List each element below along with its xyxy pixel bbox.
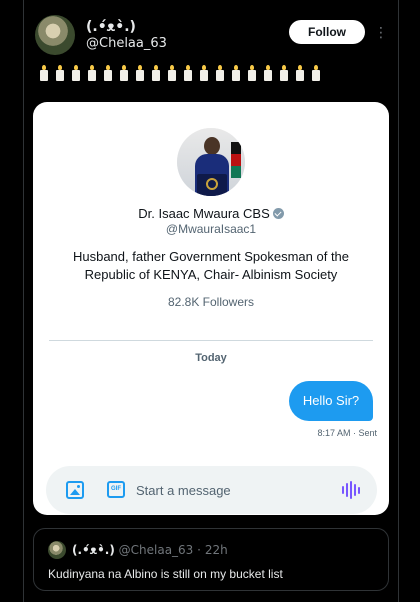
author-handle[interactable]: @Chelaa_63 [86,36,167,51]
candle-emoji [230,65,242,81]
candle-emoji [86,65,98,81]
author-display-name[interactable]: (.•́ᴥ•̀.) [86,18,136,35]
more-vertical-icon[interactable]: ⋮ [374,22,388,42]
candle-emoji [262,65,274,81]
candle-emoji [310,65,322,81]
dm-profile-followers: 82.8K Followers [167,295,255,309]
author-avatar[interactable] [35,15,75,55]
dm-screenshot-card: Dr. Isaac Mwaura CBS @MwauraIsaac1 Husba… [33,102,389,515]
reply-author-handle: @Chelaa_63 [118,543,194,557]
reply-text: Kudinyana na Albino is still on my bucke… [48,567,283,581]
follow-button[interactable]: Follow [289,20,365,44]
voice-message-icon [342,481,360,499]
day-separator: Today [195,352,227,364]
dm-profile-name: Dr. Isaac Mwaura CBS [138,206,270,221]
dm-profile-avatar [177,128,245,196]
candle-emoji [246,65,258,81]
message-timestamp: 8:17 AM · Sent [317,428,377,438]
candle-emoji [166,65,178,81]
verified-badge-icon [272,208,284,219]
candle-emoji [102,65,114,81]
dm-profile-bio: Husband, father Government Spokesman of … [72,249,350,282]
gif-icon: GIF [107,481,125,498]
candle-emoji [70,65,82,81]
dm-profile-handle: @MwauraIsaac1 [165,222,257,236]
message-composer: GIF [46,466,377,514]
quoted-reply-card[interactable]: (.•́ᴥ•̀.) @Chelaa_63 · 22h Kudinyana na … [33,528,389,591]
reply-author-name: (.•́ᴥ•̀.) [72,543,115,557]
image-icon [66,481,84,499]
reply-author-avatar [48,541,66,559]
candle-emoji [150,65,162,81]
candle-emoji [134,65,146,81]
candle-emoji [214,65,226,81]
reply-time: 22h [204,543,228,557]
candle-emoji [294,65,306,81]
candle-emoji [198,65,210,81]
candle-emoji [38,65,50,81]
dm-profile-name-row: Dr. Isaac Mwaura CBS [33,206,389,221]
message-input [136,480,326,500]
candle-emoji [182,65,194,81]
candle-emoji [278,65,290,81]
candle-emoji-row [38,65,322,81]
divider [49,340,373,341]
sent-message-bubble: Hello Sir? [289,381,373,421]
candle-emoji [54,65,66,81]
reply-separator: · [197,543,201,557]
candle-emoji [118,65,130,81]
reply-header: (.•́ᴥ•̀.) @Chelaa_63 · 22h [72,543,228,557]
